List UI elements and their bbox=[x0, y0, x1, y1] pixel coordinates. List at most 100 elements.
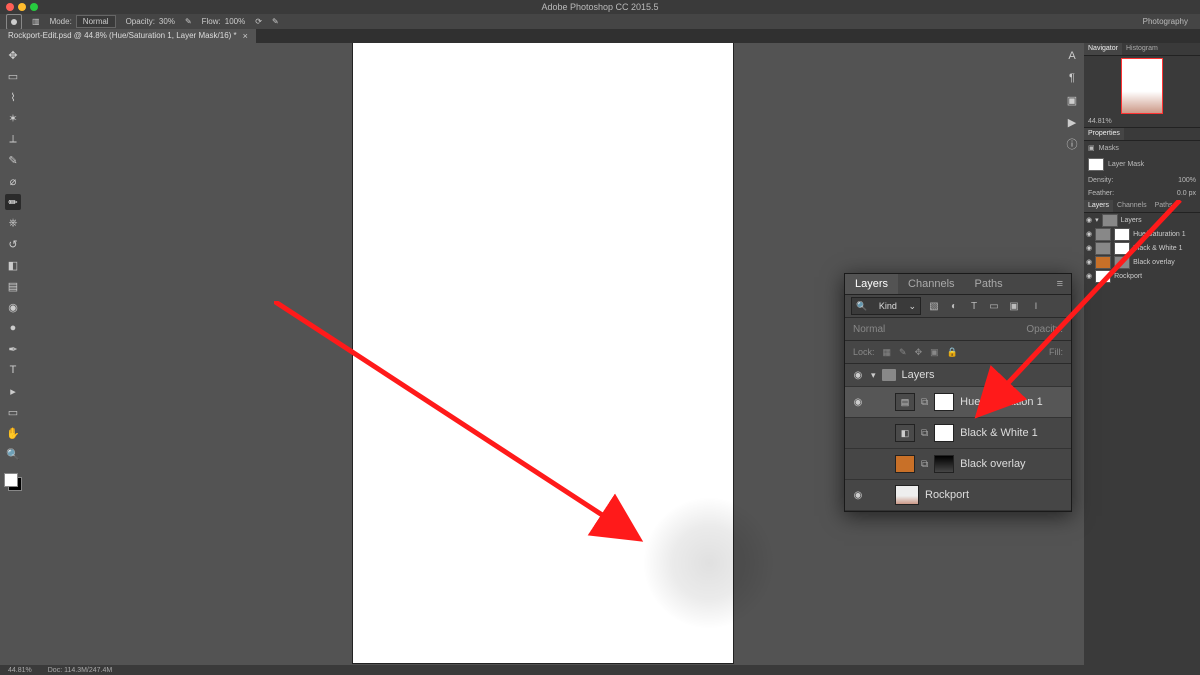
layer-name[interactable]: Rockport bbox=[925, 489, 969, 501]
zoom-tool[interactable]: 🔍 bbox=[5, 446, 21, 462]
mini-layer-rockport[interactable]: ◉Rockport bbox=[1084, 269, 1200, 283]
mini-layer-hue[interactable]: ◉Hue/Saturation 1 bbox=[1084, 227, 1200, 241]
shape-tool[interactable]: ▭ bbox=[5, 404, 21, 420]
right-dock: Navigator Histogram 44.81% Properties ▣M… bbox=[1084, 43, 1200, 665]
history-brush-tool[interactable]: ↺ bbox=[5, 236, 21, 252]
blend-mode-select-panel[interactable]: Normal bbox=[853, 324, 885, 335]
filter-adjust-icon[interactable]: ◐ bbox=[947, 299, 961, 313]
layer-row-overlay[interactable]: ⧉ Black overlay bbox=[845, 449, 1071, 480]
lock-position-icon[interactable]: ✥ bbox=[915, 347, 923, 358]
navigator-zoom[interactable]: 44.81% bbox=[1084, 116, 1200, 128]
layer-name[interactable]: Black overlay bbox=[960, 458, 1025, 470]
hand-tool[interactable]: ✋ bbox=[5, 425, 21, 441]
close-tab-icon[interactable]: × bbox=[243, 29, 248, 43]
eyedropper-tool[interactable]: ✎ bbox=[5, 152, 21, 168]
adjustment-thumb[interactable]: ▤ bbox=[895, 393, 915, 411]
group-name[interactable]: Layers bbox=[902, 369, 935, 381]
pressure-opacity-icon[interactable]: ✎ bbox=[185, 17, 192, 26]
info-panel-icon[interactable]: ⓘ bbox=[1065, 137, 1079, 151]
solid-color-thumb[interactable] bbox=[895, 455, 915, 473]
layer-mask-thumb[interactable] bbox=[934, 393, 954, 411]
image-thumb[interactable] bbox=[895, 485, 919, 505]
layer-mask-thumb[interactable] bbox=[934, 424, 954, 442]
airbrush-icon[interactable]: ⟳ bbox=[255, 17, 262, 26]
lock-pixels-icon[interactable]: ✎ bbox=[899, 347, 907, 358]
tab-channels[interactable]: Channels bbox=[898, 274, 964, 294]
path-select-tool[interactable]: ▸ bbox=[5, 383, 21, 399]
filter-smart-icon[interactable]: ▣ bbox=[1007, 299, 1021, 313]
quick-select-tool[interactable]: ✶ bbox=[5, 110, 21, 126]
link-icon[interactable]: ⧉ bbox=[921, 428, 928, 439]
mini-layer-group[interactable]: ◉▾Layers bbox=[1084, 213, 1200, 227]
lock-all-icon[interactable]: 🔒 bbox=[947, 347, 958, 358]
navigator-tab[interactable]: Navigator bbox=[1084, 43, 1122, 55]
filter-kind-select[interactable]: 🔍Kind⌄ bbox=[851, 297, 921, 315]
visibility-icon[interactable]: ◉ bbox=[851, 490, 865, 501]
healing-brush-tool[interactable]: ⌀ bbox=[5, 173, 21, 189]
histogram-tab[interactable]: Histogram bbox=[1122, 43, 1162, 55]
opacity-value[interactable]: 30% bbox=[159, 17, 175, 26]
feather-value[interactable]: 0.0 px bbox=[1177, 190, 1196, 197]
color-swatches[interactable] bbox=[4, 473, 22, 491]
clone-stamp-tool[interactable]: ⎈ bbox=[5, 215, 21, 231]
link-icon[interactable]: ⧉ bbox=[921, 459, 928, 470]
filter-toggle-icon[interactable]: ⏽ bbox=[1027, 299, 1045, 313]
panel-menu-icon[interactable]: ≡ bbox=[1049, 274, 1071, 294]
gradient-tool[interactable]: ▤ bbox=[5, 278, 21, 294]
workspace-switcher[interactable]: Photography bbox=[1143, 17, 1188, 26]
pen-tool[interactable]: ✒ bbox=[5, 341, 21, 357]
mini-layers-tab[interactable]: Layers bbox=[1084, 200, 1113, 212]
layer-mask-thumb[interactable] bbox=[934, 455, 954, 473]
layer-row-bw[interactable]: ◧ ⧉ Black & White 1 bbox=[845, 418, 1071, 449]
type-tool[interactable]: T bbox=[5, 362, 21, 378]
dodge-tool[interactable]: ● bbox=[5, 320, 21, 336]
layer-group-row[interactable]: ◉ ▾ Layers bbox=[845, 364, 1071, 387]
layer-name[interactable]: Hue/Saturation 1 bbox=[960, 396, 1043, 408]
foreground-color[interactable] bbox=[4, 473, 18, 487]
brush-tool[interactable]: ✏ bbox=[5, 194, 21, 210]
layers-panel: Layers Channels Paths ≡ 🔍Kind⌄ ▧ ◐ T ▭ ▣… bbox=[844, 273, 1072, 512]
status-zoom[interactable]: 44.81% bbox=[8, 667, 32, 674]
mini-layer-overlay[interactable]: ◉Black overlay bbox=[1084, 255, 1200, 269]
type-panel-icon[interactable]: A bbox=[1065, 49, 1079, 63]
layer-row-rockport[interactable]: ◉ Rockport bbox=[845, 480, 1071, 511]
status-docinfo[interactable]: Doc: 114.3M/247.4M bbox=[48, 667, 112, 674]
pressure-size-icon[interactable]: ✎ bbox=[272, 17, 279, 26]
crop-tool[interactable]: ⟂ bbox=[5, 131, 21, 147]
eraser-tool[interactable]: ◧ bbox=[5, 257, 21, 273]
layer-row-hue-saturation[interactable]: ◉ ▤ ⧉ Hue/Saturation 1 bbox=[845, 387, 1071, 418]
history-panel-icon[interactable]: ▣ bbox=[1065, 93, 1079, 107]
density-value[interactable]: 100% bbox=[1178, 177, 1196, 184]
lock-artboard-icon[interactable]: ▣ bbox=[930, 347, 939, 358]
visibility-icon[interactable]: ◉ bbox=[851, 397, 865, 408]
layer-name[interactable]: Black & White 1 bbox=[960, 427, 1038, 439]
mini-paths-tab[interactable]: Paths bbox=[1151, 200, 1177, 212]
mini-layer-bw[interactable]: ◉Black & White 1 bbox=[1084, 241, 1200, 255]
actions-panel-icon[interactable]: ▶ bbox=[1065, 115, 1079, 129]
brush-preset-picker[interactable] bbox=[6, 14, 22, 30]
adjustment-thumb[interactable]: ◧ bbox=[895, 424, 915, 442]
mask-thumb[interactable] bbox=[1088, 158, 1104, 171]
filter-pixel-icon[interactable]: ▧ bbox=[927, 299, 941, 313]
properties-tab[interactable]: Properties bbox=[1084, 128, 1124, 140]
feather-label: Feather: bbox=[1088, 190, 1114, 197]
brush-panel-toggle-icon[interactable]: ▥ bbox=[32, 17, 40, 26]
marquee-tool[interactable]: ▭ bbox=[5, 68, 21, 84]
move-tool[interactable]: ✥ bbox=[5, 47, 21, 63]
filter-type-icon[interactable]: T bbox=[967, 299, 981, 313]
mini-channels-tab[interactable]: Channels bbox=[1113, 200, 1151, 212]
tab-layers[interactable]: Layers bbox=[845, 274, 898, 294]
navigator-preview[interactable] bbox=[1084, 56, 1200, 116]
flow-value[interactable]: 100% bbox=[225, 17, 245, 26]
blend-mode-select[interactable]: Normal bbox=[76, 15, 116, 28]
document-tab[interactable]: Rockport-Edit.psd @ 44.8% (Hue/Saturatio… bbox=[0, 29, 256, 43]
visibility-icon[interactable]: ◉ bbox=[851, 370, 865, 381]
paragraph-panel-icon[interactable]: ¶ bbox=[1065, 71, 1079, 85]
blur-tool[interactable]: ◉ bbox=[5, 299, 21, 315]
lasso-tool[interactable]: ⌇ bbox=[5, 89, 21, 105]
link-icon[interactable]: ⧉ bbox=[921, 397, 928, 408]
group-expand-icon[interactable]: ▾ bbox=[871, 370, 876, 381]
filter-shape-icon[interactable]: ▭ bbox=[987, 299, 1001, 313]
lock-transparency-icon[interactable]: ▦ bbox=[883, 347, 892, 358]
tab-paths[interactable]: Paths bbox=[965, 274, 1013, 294]
